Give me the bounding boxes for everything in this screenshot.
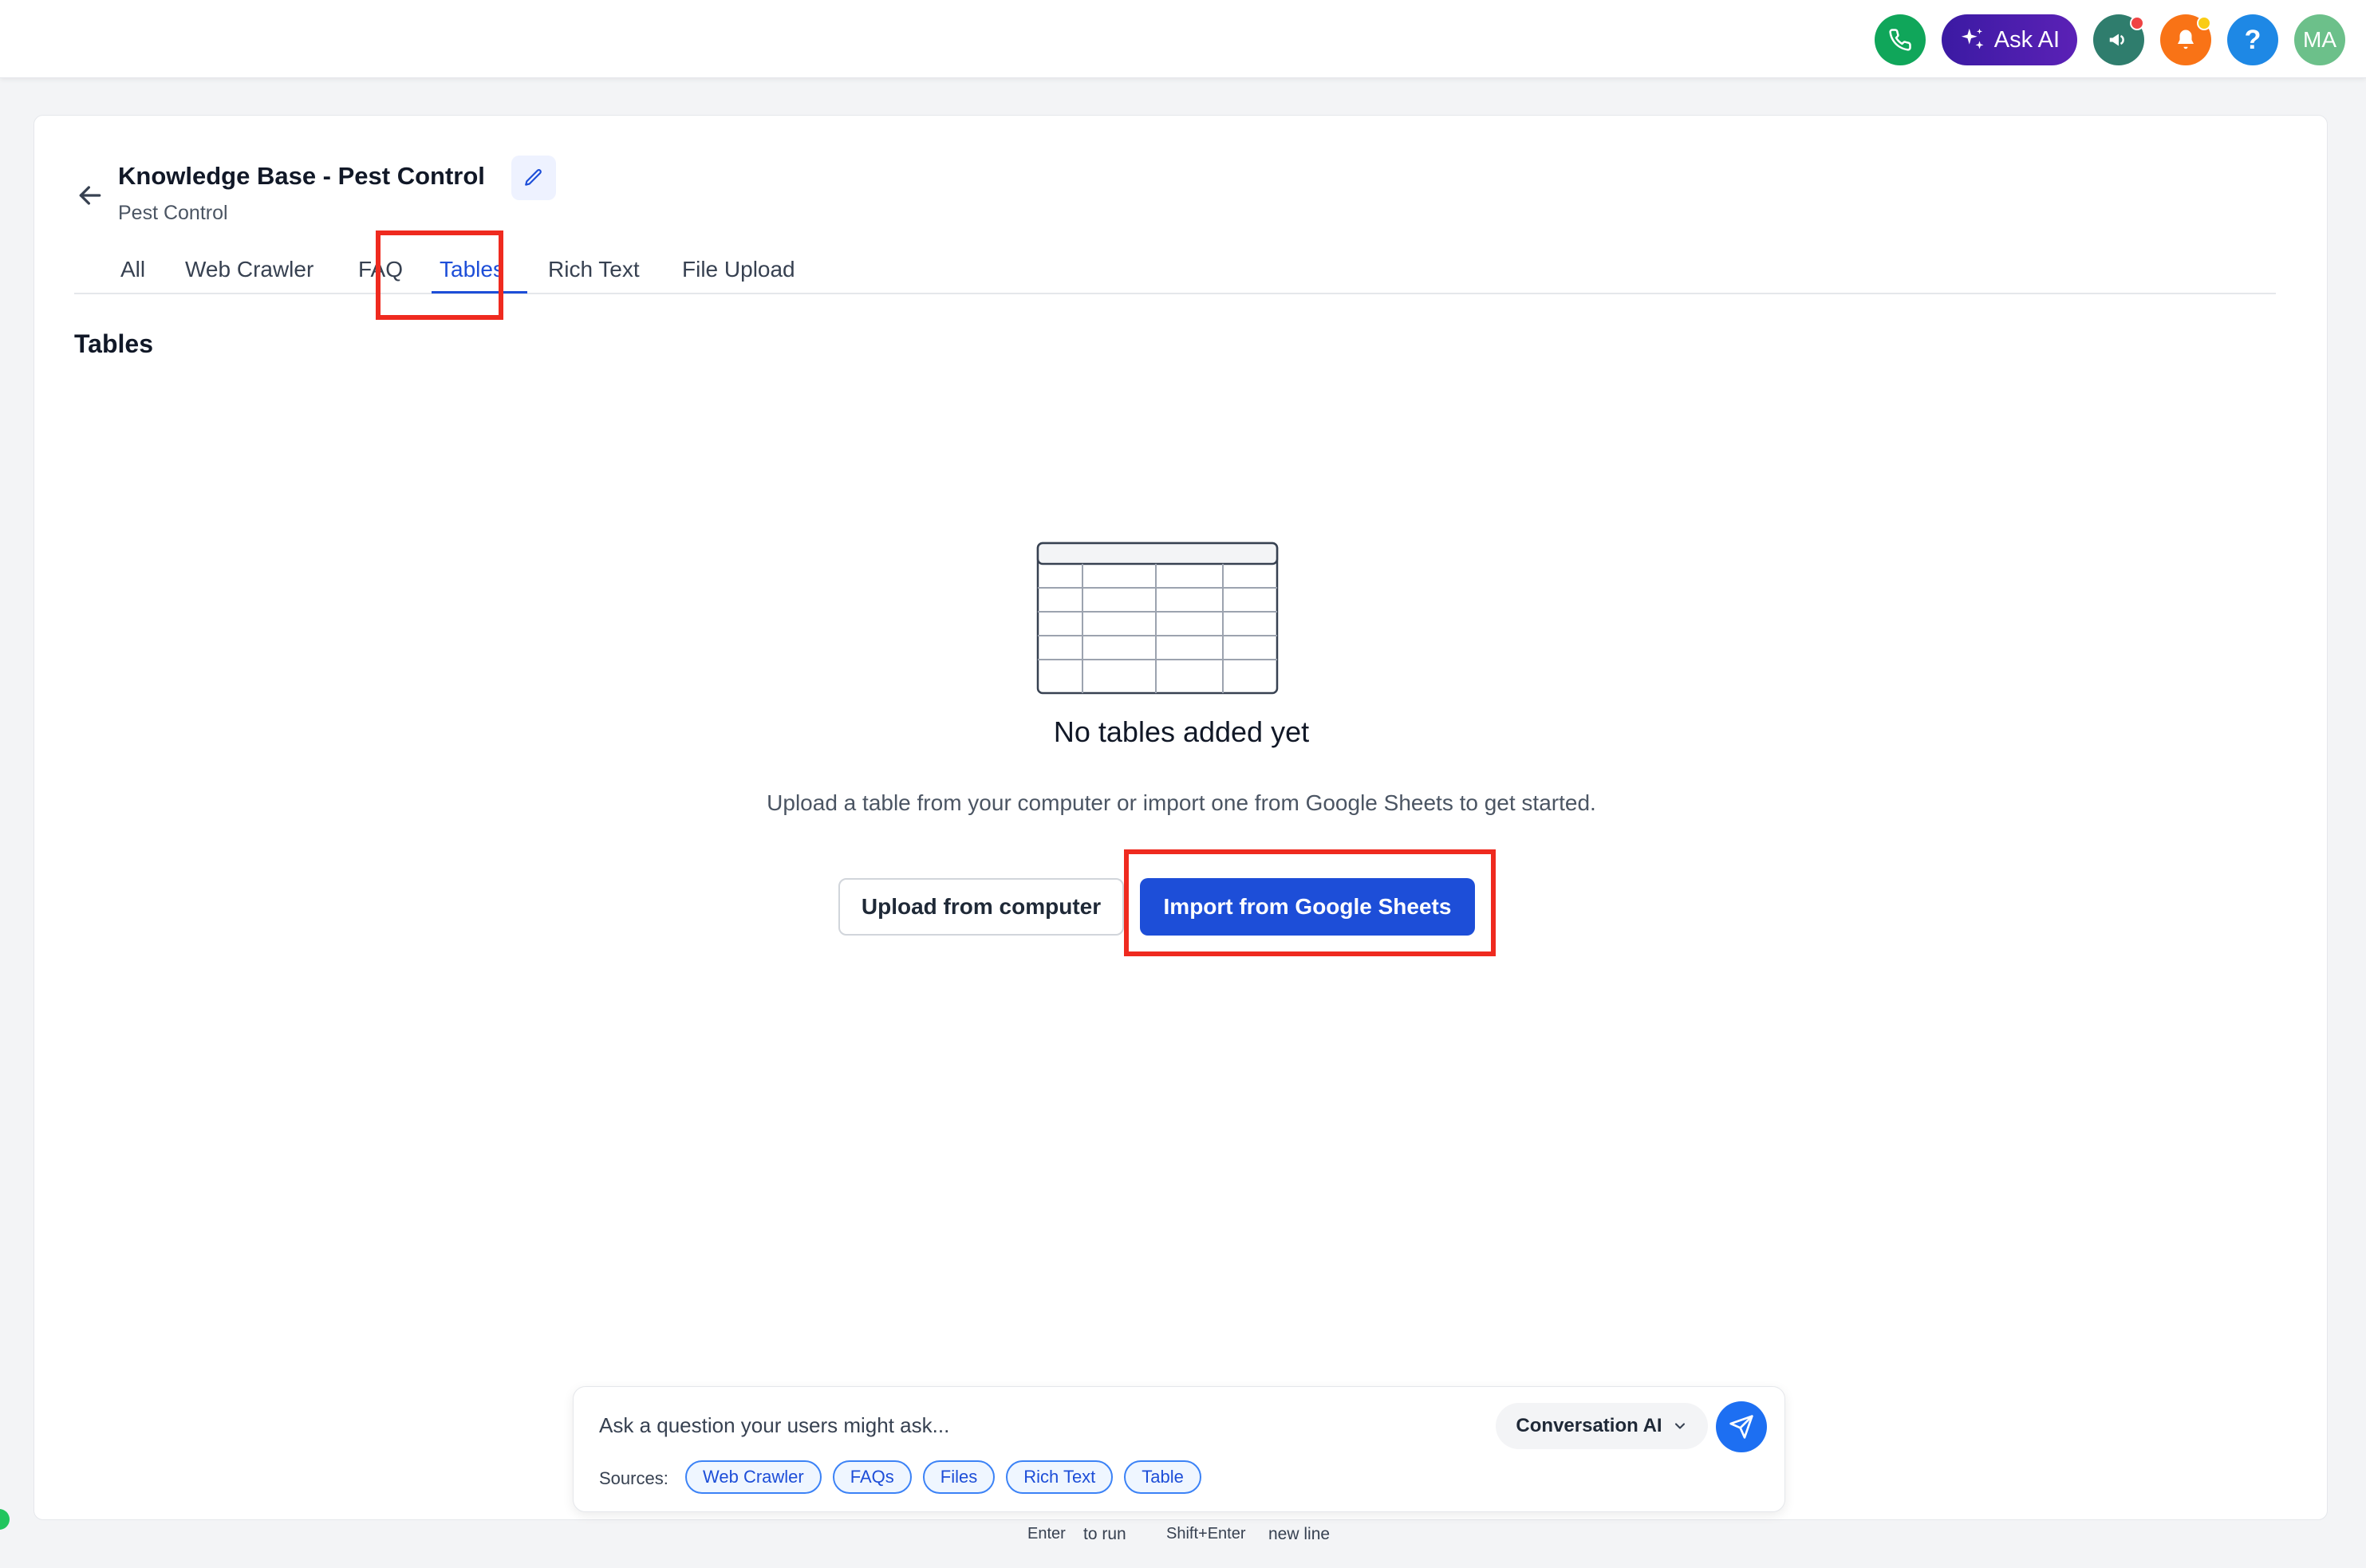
page-title: Knowledge Base - Pest Control xyxy=(118,162,485,190)
empty-state-description: Upload a table from your computer or imp… xyxy=(767,790,1596,815)
source-chip-web-crawler[interactable]: Web Crawler xyxy=(685,1460,822,1494)
announcements-button[interactable] xyxy=(2093,14,2144,65)
avatar-initials: MA xyxy=(2303,27,2336,52)
pencil-icon xyxy=(525,169,542,186)
upload-from-computer-button[interactable]: Upload from computer xyxy=(838,878,1124,936)
tab-file-upload[interactable]: File Upload xyxy=(682,246,795,294)
tab-all[interactable]: All xyxy=(120,246,145,294)
page-subtitle: Pest Control xyxy=(118,202,228,224)
knowledge-base-card: Knowledge Base - Pest Control Pest Contr… xyxy=(34,115,2328,1520)
enter-key-hint: Enter xyxy=(1027,1525,1066,1542)
send-button[interactable] xyxy=(1716,1401,1767,1452)
model-select-value: Conversation AI xyxy=(1516,1415,1662,1436)
shift-enter-key-hint: Shift+Enter xyxy=(1166,1525,1246,1542)
ask-ai-label: Ask AI xyxy=(1993,26,2060,53)
import-button-highlight xyxy=(1124,849,1496,956)
ask-question-input[interactable] xyxy=(597,1409,1427,1441)
help-icon: ? xyxy=(2244,24,2262,55)
arrow-left-icon xyxy=(79,186,101,205)
megaphone-icon xyxy=(2109,33,2124,46)
notification-dot xyxy=(2130,16,2144,30)
status-indicator xyxy=(0,1509,10,1530)
bell-icon xyxy=(2178,30,2194,49)
top-actions: Ask AI ? MA xyxy=(1874,14,2345,65)
notifications-button[interactable] xyxy=(2160,14,2211,65)
source-chip-table[interactable]: Table xyxy=(1124,1460,1201,1494)
send-icon xyxy=(1729,1415,1753,1439)
empty-state-title: No tables added yet xyxy=(1053,715,1310,748)
ask-ai-button[interactable]: Ask AI xyxy=(1941,14,2077,65)
sources-label: Sources: xyxy=(599,1468,668,1488)
enter-hint-text: to run xyxy=(1083,1525,1126,1543)
table-illustration-icon xyxy=(1036,542,1279,695)
section-heading: Tables xyxy=(74,329,153,358)
help-button[interactable]: ? xyxy=(2227,14,2278,65)
phone-button[interactable] xyxy=(1874,14,1926,65)
phone-icon xyxy=(1889,29,1911,51)
source-chip-files[interactable]: Files xyxy=(922,1460,996,1494)
ask-question-panel: Conversation AI Sources: Web Crawler FAQ… xyxy=(573,1386,1785,1512)
edit-title-button[interactable] xyxy=(511,156,556,200)
model-select[interactable]: Conversation AI xyxy=(1496,1403,1708,1449)
top-bar: Ask AI ? MA xyxy=(0,0,2366,78)
source-chip-rich-text[interactable]: Rich Text xyxy=(1006,1460,1114,1494)
source-chips: Web Crawler FAQs Files Rich Text Table xyxy=(685,1460,1201,1494)
back-button[interactable] xyxy=(74,179,106,211)
source-chip-faqs[interactable]: FAQs xyxy=(832,1460,912,1494)
tab-web-crawler[interactable]: Web Crawler xyxy=(185,246,313,294)
tab-rich-text[interactable]: Rich Text xyxy=(548,246,640,294)
tables-tab-highlight xyxy=(376,230,503,320)
avatar[interactable]: MA xyxy=(2294,14,2345,65)
shift-enter-hint-text: new line xyxy=(1268,1525,1331,1543)
sparkle-icon xyxy=(1961,28,1984,49)
chevron-down-icon xyxy=(1674,1423,1685,1429)
notification-dot xyxy=(2197,16,2211,30)
